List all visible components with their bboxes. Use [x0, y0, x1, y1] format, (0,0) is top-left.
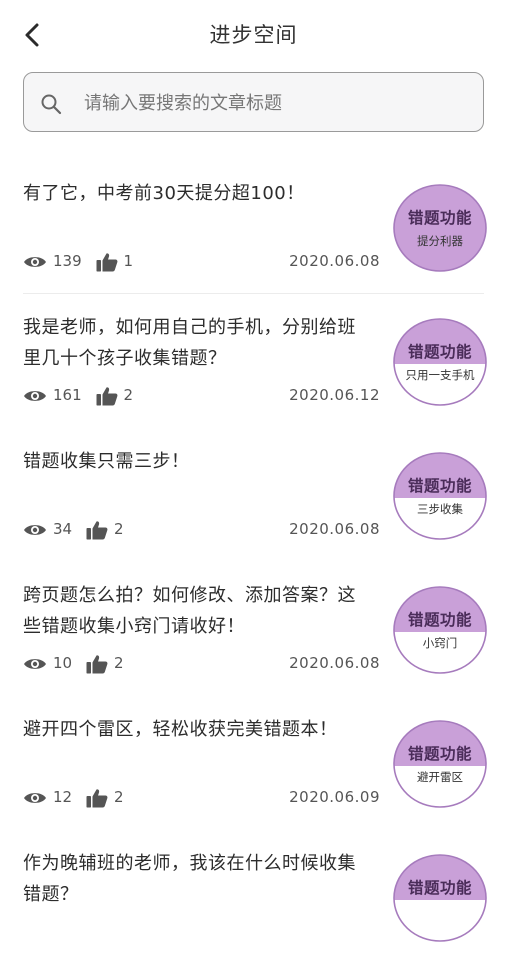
view-count: 34 — [53, 520, 73, 538]
thumbnail-tag: 错题功能 — [407, 745, 472, 763]
article-title[interactable]: 错题收集只需三步！ — [23, 446, 373, 477]
thumbnail-tag: 错题功能 — [407, 879, 472, 897]
article-title[interactable]: 避开四个雷区，轻松收获完美错题本！ — [23, 714, 373, 745]
thumbnail-circle-icon — [393, 452, 487, 540]
thumbnail-subtitle: 避开雷区 — [417, 770, 463, 784]
like-count: 2 — [114, 788, 124, 806]
view-count: 139 — [53, 252, 82, 270]
search-bar[interactable] — [23, 72, 484, 132]
thumbnail-circle-icon — [393, 720, 487, 808]
publish-date: 2020.06.08 — [289, 520, 380, 538]
thumbnail-subtitle: 小窍门 — [422, 636, 458, 650]
article-thumbnail[interactable]: 错题功能 避开雷区 — [392, 720, 488, 808]
article-thumbnail[interactable]: 错题功能 只用一支手机 — [392, 318, 488, 406]
like-count: 2 — [123, 386, 134, 404]
view-count: 10 — [53, 654, 73, 672]
publish-date: 2020.06.08 — [289, 252, 380, 270]
article-item[interactable]: 跨页题怎么拍？如何修改、添加答案？这些错题收集小窍门请收好！ 10 2 2020… — [0, 562, 507, 696]
thumbs-up-icon[interactable] — [96, 386, 118, 406]
thumbnail-circle-icon — [393, 586, 487, 674]
article-title[interactable]: 跨页题怎么拍？如何修改、添加答案？这些错题收集小窍门请收好！ — [23, 580, 373, 642]
article-meta: 161 2 2020.06.12 — [23, 385, 380, 407]
thumbnail-tag: 错题功能 — [407, 209, 472, 227]
article-list: 有了它，中考前30天提分超100！ 139 1 2020.06.08 错题功能 … — [0, 160, 507, 964]
thumbnail-subtitle: 三步收集 — [417, 502, 463, 516]
publish-date: 2020.06.12 — [289, 386, 380, 404]
thumbnail-circle-icon — [393, 184, 487, 272]
like-count: 1 — [123, 252, 134, 270]
article-title[interactable]: 我是老师，如何用自己的手机，分别给班里几十个孩子收集错题？ — [23, 312, 373, 374]
page-title: 进步空间 — [209, 23, 298, 47]
header: 进步空间 — [0, 0, 507, 68]
article-thumbnail[interactable]: 错题功能 — [392, 854, 488, 942]
publish-date: 2020.06.09 — [289, 788, 380, 806]
thumbs-up-icon[interactable] — [86, 654, 108, 674]
article-meta: 10 2 2020.06.08 — [23, 653, 380, 675]
eye-icon — [24, 391, 46, 401]
view-count: 161 — [53, 386, 82, 404]
thumbnail-tag: 错题功能 — [407, 611, 472, 629]
like-count: 2 — [114, 654, 124, 672]
thumbnail-circle-icon — [393, 854, 487, 942]
thumbnail-circle-icon — [393, 318, 487, 406]
like-count: 2 — [114, 520, 124, 538]
thumbnail-subtitle: 只用一支手机 — [405, 368, 475, 382]
eye-icon — [24, 659, 46, 669]
eye-icon — [24, 257, 46, 267]
article-item[interactable]: 作为晚辅班的老师，我该在什么时候收集错题？ 错题功能 — [0, 830, 507, 964]
article-item[interactable]: 错题收集只需三步！ 34 2 2020.06.08 错题功能 三步收集 — [0, 428, 507, 562]
article-thumbnail[interactable]: 错题功能 提分利器 — [392, 184, 488, 272]
thumbs-up-icon[interactable] — [86, 788, 108, 808]
article-item[interactable]: 避开四个雷区，轻松收获完美错题本！ 12 2 2020.06.09 错题功能 避… — [0, 696, 507, 830]
article-item[interactable]: 我是老师，如何用自己的手机，分别给班里几十个孩子收集错题？ 161 2 2020… — [0, 294, 507, 428]
search-icon — [41, 94, 62, 115]
thumbnail-tag: 错题功能 — [407, 343, 472, 361]
search-input[interactable] — [82, 87, 466, 119]
article-meta: 12 2 2020.06.09 — [23, 787, 380, 809]
article-thumbnail[interactable]: 错题功能 三步收集 — [392, 452, 488, 540]
eye-icon — [24, 525, 46, 535]
article-thumbnail[interactable]: 错题功能 小窍门 — [392, 586, 488, 674]
thumbnail-tag: 错题功能 — [407, 477, 472, 495]
thumbnail-subtitle: 提分利器 — [417, 234, 463, 248]
article-title[interactable]: 有了它，中考前30天提分超100！ — [23, 178, 373, 209]
publish-date: 2020.06.08 — [289, 654, 380, 672]
eye-icon — [24, 793, 46, 803]
article-meta: 139 1 2020.06.08 — [23, 251, 380, 273]
article-meta: 34 2 2020.06.08 — [23, 519, 380, 541]
thumbs-up-icon[interactable] — [96, 252, 118, 272]
view-count: 12 — [53, 788, 73, 806]
article-item[interactable]: 有了它，中考前30天提分超100！ 139 1 2020.06.08 错题功能 … — [0, 160, 507, 294]
article-title[interactable]: 作为晚辅班的老师，我该在什么时候收集错题？ — [23, 848, 373, 910]
thumbs-up-icon[interactable] — [86, 520, 108, 540]
